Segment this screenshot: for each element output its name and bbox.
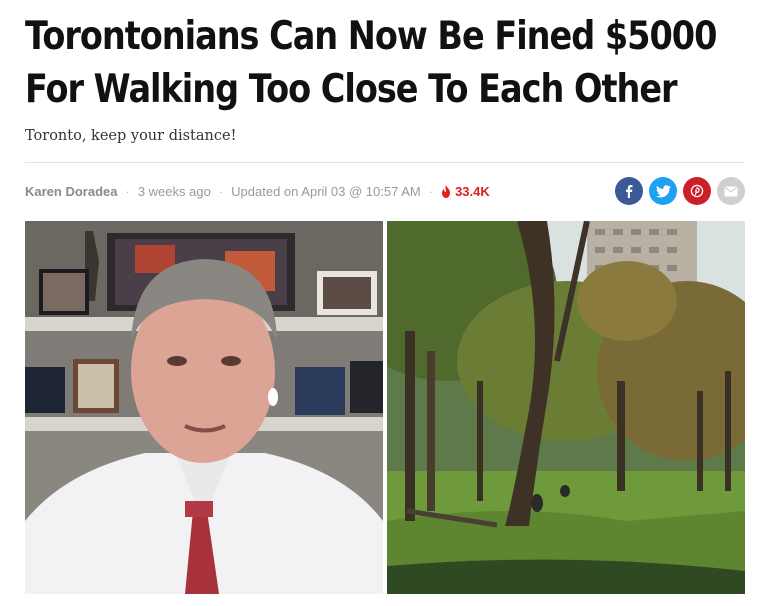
share-buttons: [615, 177, 745, 205]
article-subtitle: Toronto, keep your distance!: [25, 128, 237, 144]
article-headline: Torontonians Can Now Be Fined $5000 For …: [25, 14, 717, 112]
article-meta: Karen Doradea · 3 weeks ago · Updated on…: [25, 180, 490, 202]
author-link[interactable]: Karen Doradea: [25, 184, 117, 199]
published-time: 3 weeks ago: [137, 183, 211, 199]
pinterest-share-button[interactable]: [683, 177, 711, 205]
view-count-value: 33.4K: [455, 183, 490, 199]
man-in-office-photo: [25, 221, 383, 594]
fire-icon: [442, 184, 451, 198]
twitter-icon: [655, 184, 671, 197]
facebook-icon: [626, 185, 633, 198]
facebook-share-button[interactable]: [615, 177, 643, 205]
meta-separator: ·: [125, 183, 130, 199]
divider: [25, 162, 745, 163]
view-count: 33.4K: [441, 184, 490, 199]
email-icon: [724, 186, 738, 196]
email-share-button[interactable]: [717, 177, 745, 205]
twitter-share-button[interactable]: [649, 177, 677, 205]
park-with-trees-photo: [387, 221, 745, 594]
meta-separator: ·: [218, 183, 224, 199]
updated-time: Updated on April 03 @ 10:57 AM: [231, 183, 421, 199]
meta-separator: ·: [428, 183, 434, 199]
pinterest-icon: [690, 184, 704, 198]
